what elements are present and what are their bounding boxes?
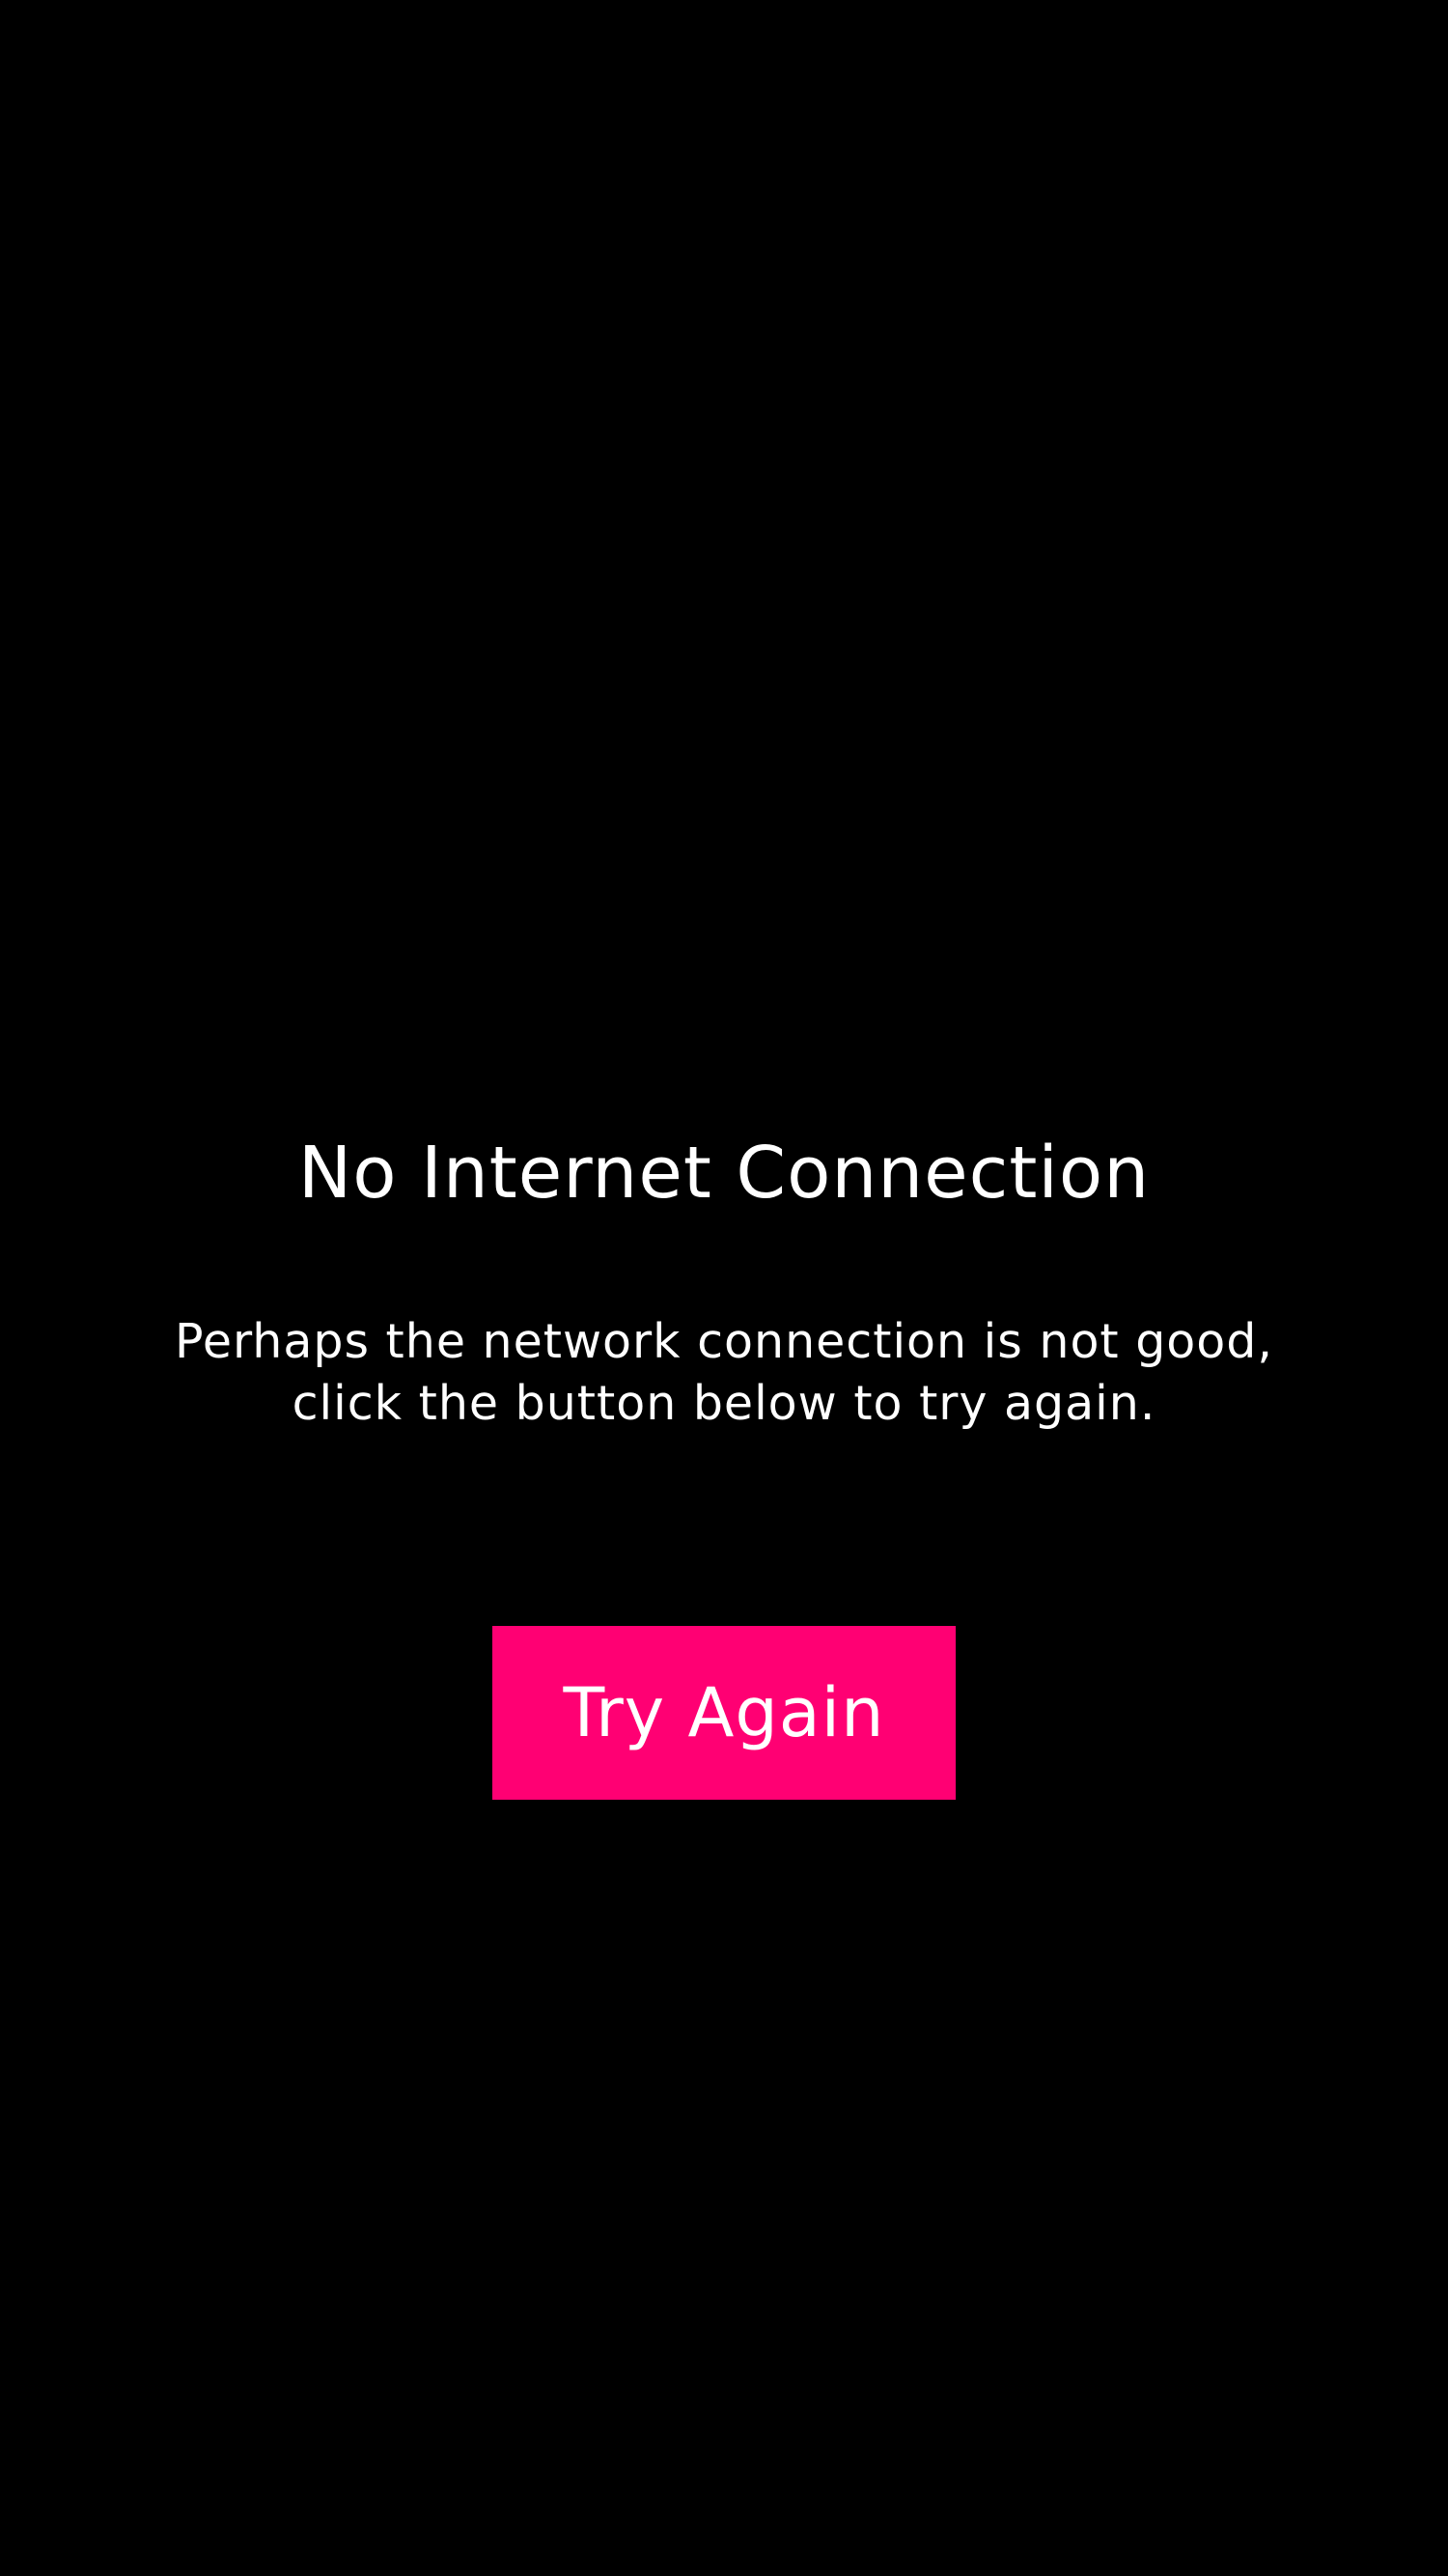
error-title: No Internet Connection (297, 1132, 1151, 1215)
no-connection-screen: No Internet Connection Perhaps the netwo… (0, 0, 1448, 2576)
try-again-button[interactable]: Try Again (492, 1626, 956, 1800)
error-message: Perhaps the network connection is not go… (175, 1314, 1273, 1431)
error-panel: No Internet Connection Perhaps the netwo… (0, 1120, 1448, 1800)
